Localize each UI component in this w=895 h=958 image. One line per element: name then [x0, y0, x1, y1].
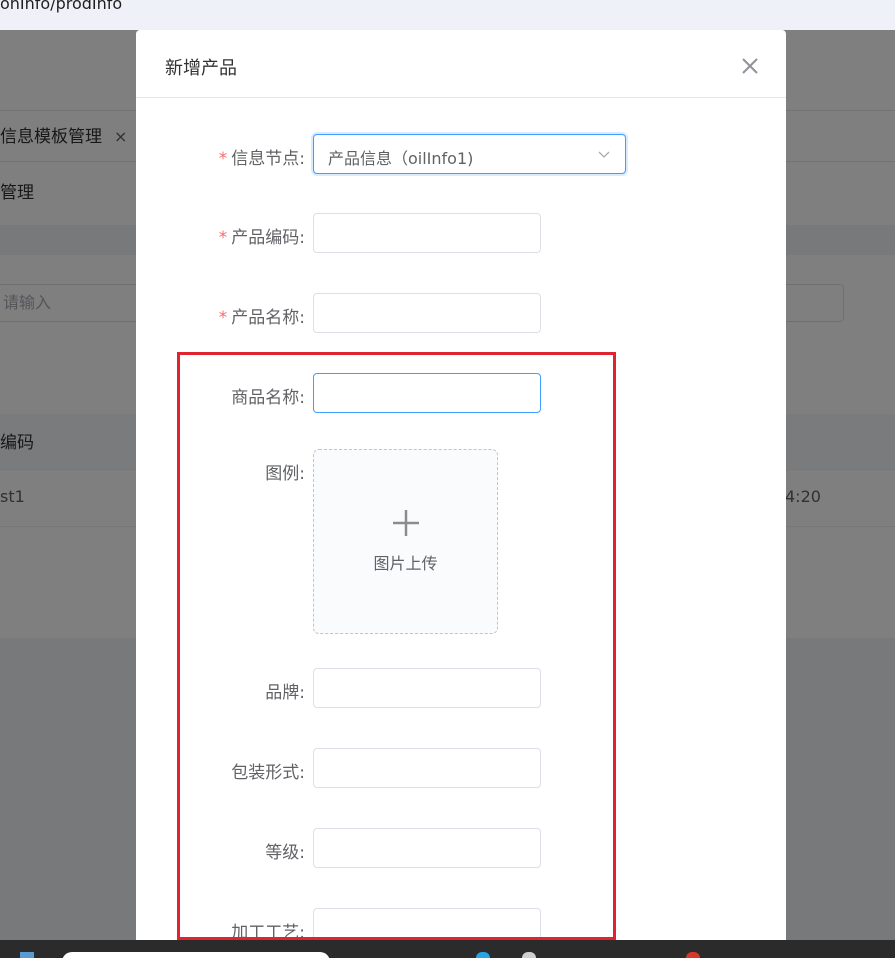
required-mark: *: [218, 149, 228, 169]
form-row-legend: 图例: 图片上传: [136, 449, 786, 634]
image-upload[interactable]: 图片上传: [313, 449, 498, 634]
grade-input[interactable]: [313, 828, 541, 868]
telegram-icon[interactable]: [476, 952, 490, 958]
upload-text: 图片上传: [373, 554, 438, 573]
form-label-grade: 等级:: [265, 843, 305, 863]
dialog-header: 新增产品: [136, 30, 786, 98]
form-row-brand: 品牌:: [136, 668, 786, 708]
add-product-dialog: 新增产品 * 信息节点: 产品信息（oilInfo1) * 产品编码: * 产品名称:…: [136, 30, 786, 940]
form-label-process: 加工工艺:: [231, 923, 305, 940]
node-select-value: 产品信息（oilInfo1): [328, 149, 474, 168]
close-icon[interactable]: [736, 52, 764, 80]
os-taskbar: [0, 940, 895, 958]
product-code-input[interactable]: [313, 213, 541, 253]
packaging-input[interactable]: [313, 748, 541, 788]
form-row-packaging: 包装形式:: [136, 748, 786, 788]
form-row-node: * 信息节点: 产品信息（oilInfo1): [136, 134, 786, 174]
dialog-title: 新增产品: [165, 58, 237, 79]
node-select[interactable]: 产品信息（oilInfo1): [313, 134, 626, 174]
taskbar-search-box[interactable]: [62, 952, 330, 958]
form-row-grade: 等级:: [136, 828, 786, 868]
chevron-down-icon: [598, 151, 610, 158]
browser-icon[interactable]: [686, 952, 700, 958]
form-label-name: * 产品名称:: [218, 308, 305, 328]
start-icon[interactable]: [20, 952, 34, 958]
browser-url-bar[interactable]: onInfo/prodInfo: [0, 0, 895, 30]
form-row-name: * 产品名称:: [136, 293, 786, 333]
plus-icon: [393, 510, 419, 536]
form-label-goods-name: 商品名称:: [231, 388, 305, 408]
form-label-packaging: 包装形式:: [231, 763, 305, 783]
required-mark: *: [218, 228, 228, 248]
required-mark: *: [218, 308, 228, 328]
brand-input[interactable]: [313, 668, 541, 708]
form-label-code: * 产品编码:: [218, 228, 305, 248]
app-icon[interactable]: [522, 952, 536, 958]
form-label-node: * 信息节点:: [218, 149, 305, 169]
process-input[interactable]: [313, 908, 541, 940]
form-row-code: * 产品编码:: [136, 213, 786, 253]
product-name-input[interactable]: [313, 293, 541, 333]
form-label-legend: 图例:: [265, 464, 305, 484]
goods-name-input[interactable]: [313, 373, 541, 413]
form-row-process: 加工工艺:: [136, 908, 786, 940]
form-row-goods-name: 商品名称:: [136, 373, 786, 413]
url-text: onInfo/prodInfo: [0, 0, 123, 13]
form-label-brand: 品牌:: [265, 683, 305, 703]
